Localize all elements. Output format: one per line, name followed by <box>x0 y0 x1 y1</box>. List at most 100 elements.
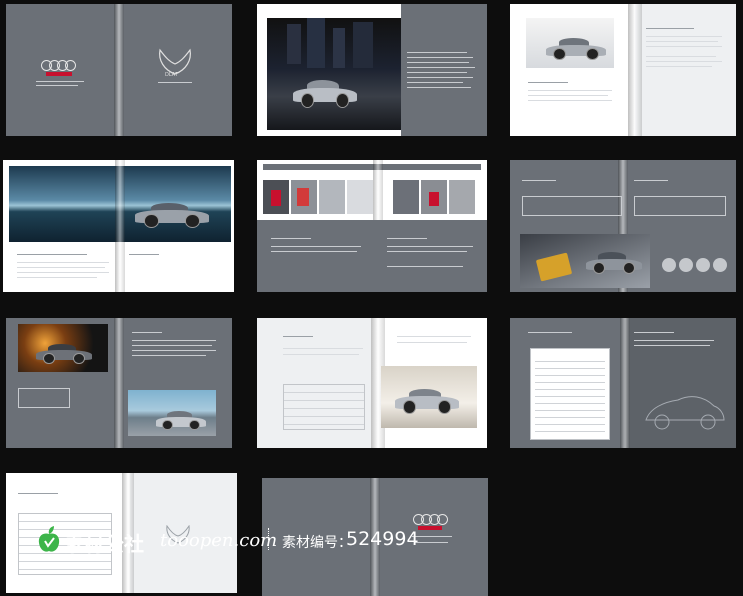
service-photo-7 <box>449 180 475 214</box>
text-line <box>646 56 716 57</box>
top-band <box>263 164 481 170</box>
page <box>635 4 736 136</box>
text-line <box>397 342 467 343</box>
page-fold <box>114 318 124 448</box>
spread-night-city <box>257 4 487 136</box>
text-line <box>646 66 712 67</box>
watermark-asset-number: 524994 <box>346 528 419 550</box>
spread-card-diagram <box>510 160 736 292</box>
xray-car-icon <box>645 396 725 430</box>
text-line <box>132 350 216 351</box>
text-line <box>387 238 427 239</box>
form-table <box>530 348 610 440</box>
text-line <box>132 332 162 333</box>
service-photo-6 <box>421 180 447 214</box>
apple-logo-icon <box>38 526 60 552</box>
text-line <box>132 340 216 341</box>
text-line <box>283 354 359 355</box>
watermark-asset-label: 素材编号： <box>282 535 352 551</box>
text-line <box>271 238 311 239</box>
text-line <box>397 336 471 337</box>
text-line <box>646 46 722 47</box>
text-line <box>528 90 612 91</box>
audi-rings-logo <box>413 514 448 525</box>
text-line <box>17 272 109 273</box>
round-steps <box>662 258 727 272</box>
watermark-divider <box>268 528 269 550</box>
text-line <box>407 67 475 68</box>
cover-text-line <box>158 82 192 83</box>
service-photo-1 <box>263 180 289 214</box>
text-line <box>522 180 556 181</box>
text-line <box>283 348 363 349</box>
audi-rings-logo <box>41 60 76 71</box>
text-line <box>129 254 159 255</box>
page <box>401 4 487 136</box>
audi-red-bar <box>46 72 72 76</box>
car-studio-photo <box>526 18 614 68</box>
text-line <box>407 57 473 58</box>
flow-diagram <box>18 388 70 408</box>
text-line <box>407 72 467 73</box>
text-line <box>18 493 58 494</box>
text-line <box>634 180 668 181</box>
car-lights-photo <box>18 324 108 372</box>
text-line <box>528 82 568 83</box>
spread-sea-panorama <box>3 160 234 292</box>
page-fold <box>628 4 642 136</box>
card-photo <box>520 234 650 288</box>
city-night-photo <box>267 18 401 130</box>
spread-table-silver-car <box>257 318 487 448</box>
text-line <box>634 340 714 341</box>
text-line <box>646 36 722 37</box>
text-line <box>634 332 674 333</box>
flow-diagram <box>522 196 622 216</box>
text-line <box>283 336 313 337</box>
text-line <box>387 266 463 267</box>
spread-dealer-showroom <box>6 318 232 448</box>
spread-car-studio <box>510 4 736 136</box>
text-line <box>407 87 471 88</box>
watermark: 素材公社 tooopen.com 素材编号： 524994 <box>36 526 436 556</box>
service-photo-4 <box>347 180 373 214</box>
text-line <box>271 251 357 252</box>
text-line <box>646 61 722 62</box>
watermark-site-cn: 素材公社 <box>64 532 144 556</box>
text-line <box>407 62 469 63</box>
text-line <box>132 345 212 346</box>
text-line <box>17 277 97 278</box>
text-line <box>132 355 206 356</box>
cover-text-line <box>36 81 84 82</box>
text-line <box>528 95 608 96</box>
cover-logo-text: DLAT <box>165 72 178 78</box>
text-line <box>17 262 109 263</box>
text-line <box>17 254 87 255</box>
page-fold <box>114 4 124 136</box>
grey-band <box>257 220 487 292</box>
text-line <box>407 52 467 53</box>
text-line <box>17 267 105 268</box>
text-line <box>387 246 473 247</box>
spread-service-photos <box>257 160 487 292</box>
showroom-photo <box>128 390 216 436</box>
watermark-site-url: tooopen.com <box>160 530 278 551</box>
text-line <box>646 28 694 29</box>
data-table <box>283 384 365 430</box>
spread-cover: DLAT <box>6 4 232 136</box>
service-photo-5 <box>393 180 419 214</box>
page-fold <box>373 160 383 220</box>
service-photo-3 <box>319 180 345 214</box>
text-line <box>407 77 473 78</box>
silver-car-photo <box>381 366 477 428</box>
text-line <box>528 100 612 101</box>
page-fold <box>115 160 125 292</box>
page-fold <box>620 318 630 448</box>
text-line <box>387 251 467 252</box>
flow-diagram <box>634 196 726 216</box>
text-line <box>407 82 463 83</box>
text-line <box>271 246 361 247</box>
cover-text-line <box>36 85 78 86</box>
service-photo-2 <box>291 180 317 214</box>
text-line <box>646 41 718 42</box>
text-line <box>528 332 572 333</box>
